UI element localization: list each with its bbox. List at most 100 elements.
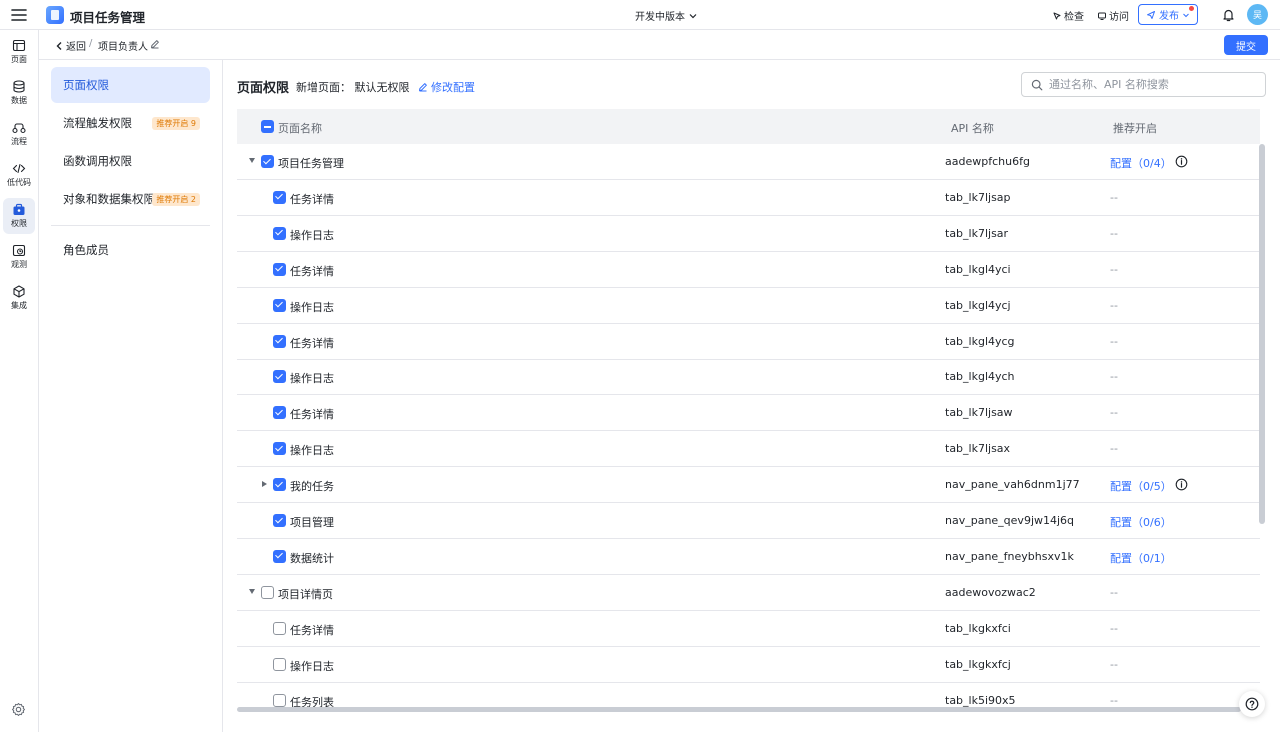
nav-item-label: 对象和数据集权限 [63, 192, 155, 206]
bell-icon[interactable] [1222, 8, 1235, 22]
integration-icon [13, 285, 25, 298]
configure-link[interactable]: 配置（0/1） [1110, 550, 1172, 566]
modify-config-link[interactable]: 修改配置 [418, 79, 475, 95]
vertical-scrollbar[interactable] [1259, 144, 1265, 524]
caret-right-icon[interactable] [262, 481, 267, 488]
recommend-empty: -- [1110, 406, 1118, 420]
row-checkbox[interactable] [273, 370, 286, 384]
row-checkbox[interactable] [273, 514, 286, 527]
recommend-empty: -- [1110, 190, 1118, 204]
visit-label: 访问 [1109, 12, 1129, 23]
rail-label: 集成 [11, 301, 27, 310]
table-row: 任务详情 tab_lkgl4ycg -- [237, 324, 1260, 360]
page-name: 项目管理 [290, 516, 334, 529]
row-checkbox[interactable] [273, 693, 286, 707]
api-name: aadewovozwac2 [945, 585, 1036, 599]
database-icon [13, 80, 25, 93]
send-icon [1147, 10, 1155, 19]
table-row: 任务详情 tab_lk7ljsaw -- [237, 395, 1260, 432]
info-icon[interactable] [1175, 155, 1188, 168]
version-selector[interactable]: 开发中版本 [635, 8, 698, 23]
rail-item-integration[interactable]: 集成 [3, 280, 35, 316]
header-recommend: 推荐开启 [1113, 122, 1157, 135]
rail-item-page[interactable]: 页面 [3, 34, 35, 70]
back-label: 返回 [66, 42, 86, 53]
avatar[interactable]: 吴 [1247, 4, 1268, 25]
recommend-empty: -- [1110, 298, 1118, 312]
nav-item-page-permission[interactable]: 页面权限 [51, 67, 210, 103]
menu-icon[interactable] [10, 7, 28, 23]
inspect-label: 检查 [1064, 12, 1084, 23]
row-checkbox[interactable] [273, 478, 286, 492]
page-name: 任务详情 [290, 623, 334, 637]
observe-icon [12, 244, 26, 257]
recommend-empty: -- [1110, 621, 1118, 635]
row-checkbox[interactable] [273, 657, 286, 671]
rail-item-permission[interactable]: 权限 [3, 198, 35, 234]
row-checkbox[interactable] [273, 298, 286, 312]
rail-item-data[interactable]: 数据 [3, 75, 35, 111]
api-name: nav_pane_vah6dnm1j77 [945, 478, 1080, 492]
visit-button[interactable]: 访问 [1097, 8, 1129, 23]
row-checkbox[interactable] [273, 621, 286, 635]
api-name: tab_lkgl4ycg [945, 334, 1015, 348]
page-name: 我的任务 [290, 480, 334, 494]
select-all-checkbox[interactable] [261, 120, 274, 133]
table-row: 任务详情 tab_lk7ljsap -- [237, 180, 1260, 216]
rail-item-flow[interactable]: 流程 [3, 116, 35, 152]
inspect-icon [1053, 12, 1061, 19]
nav-item-flow-permission[interactable]: 流程触发权限 推荐开启 9 [51, 105, 210, 141]
search-box [1021, 72, 1266, 97]
nav-item-function-permission[interactable]: 函数调用权限 [51, 143, 210, 179]
row-checkbox[interactable] [273, 334, 286, 348]
sub-header: 返回 / 项目负责人 提交 [39, 30, 1280, 60]
api-name: tab_lk7ljsaw [945, 406, 1013, 420]
edit-icon[interactable] [150, 39, 160, 49]
rail-item-lowcode[interactable]: 低代码 [3, 157, 35, 193]
table-row: 我的任务 nav_pane_vah6dnm1j77 配置（0/5） [237, 467, 1260, 504]
recommend-empty: -- [1110, 657, 1118, 671]
permission-icon [13, 203, 25, 215]
nav-item-label: 流程触发权限 [63, 116, 132, 130]
row-checkbox[interactable] [261, 155, 274, 168]
page-name: 任务详情 [290, 336, 334, 350]
visit-icon [1098, 12, 1106, 20]
row-checkbox[interactable] [273, 190, 286, 204]
table-row: 任务详情 tab_lkgl4yci -- [237, 252, 1260, 288]
submit-button[interactable]: 提交 [1224, 35, 1268, 55]
gear-icon[interactable] [11, 702, 26, 717]
page-name: 操作日志 [290, 300, 334, 314]
horizontal-scrollbar[interactable] [237, 707, 1241, 712]
configure-link[interactable]: 配置（0/5） [1110, 478, 1172, 494]
row-checkbox[interactable] [273, 549, 286, 563]
page-name: 任务详情 [290, 192, 334, 206]
publish-button[interactable]: 发布 [1138, 4, 1198, 25]
page-name: 操作日志 [290, 228, 334, 242]
search-icon [1031, 79, 1043, 90]
row-checkbox[interactable] [273, 442, 286, 456]
help-button[interactable] [1239, 691, 1265, 717]
api-name: tab_lk7ljsax [945, 442, 1011, 456]
search-input[interactable] [1049, 78, 1249, 91]
configure-link[interactable]: 配置（0/6） [1110, 514, 1172, 530]
notification-dot [1189, 6, 1194, 11]
row-checkbox[interactable] [273, 406, 286, 420]
row-checkbox[interactable] [273, 262, 286, 276]
table-row: 任务列表 tab_lk5i90x5 -- [237, 683, 1260, 708]
configure-link[interactable]: 配置（0/4） [1110, 155, 1172, 171]
api-name: nav_pane_qev9jw14j6q [945, 514, 1075, 527]
chevron-down-icon [689, 13, 697, 18]
api-name: tab_lkgl4ycj [945, 298, 1011, 312]
rail-item-observe[interactable]: 观测 [3, 239, 35, 275]
row-checkbox[interactable] [273, 226, 286, 240]
nav-item-object-permission[interactable]: 对象和数据集权限 推荐开启 2 [51, 181, 210, 217]
caret-down-icon[interactable] [249, 588, 255, 594]
flow-icon [12, 123, 26, 134]
row-checkbox[interactable] [261, 585, 274, 599]
back-button[interactable]: 返回 [55, 38, 86, 53]
page-name: 任务列表 [290, 695, 334, 708]
caret-down-icon[interactable] [249, 158, 255, 163]
info-icon[interactable] [1175, 478, 1188, 491]
nav-item-role-members[interactable]: 角色成员 [51, 232, 210, 268]
inspect-button[interactable]: 检查 [1052, 8, 1084, 23]
